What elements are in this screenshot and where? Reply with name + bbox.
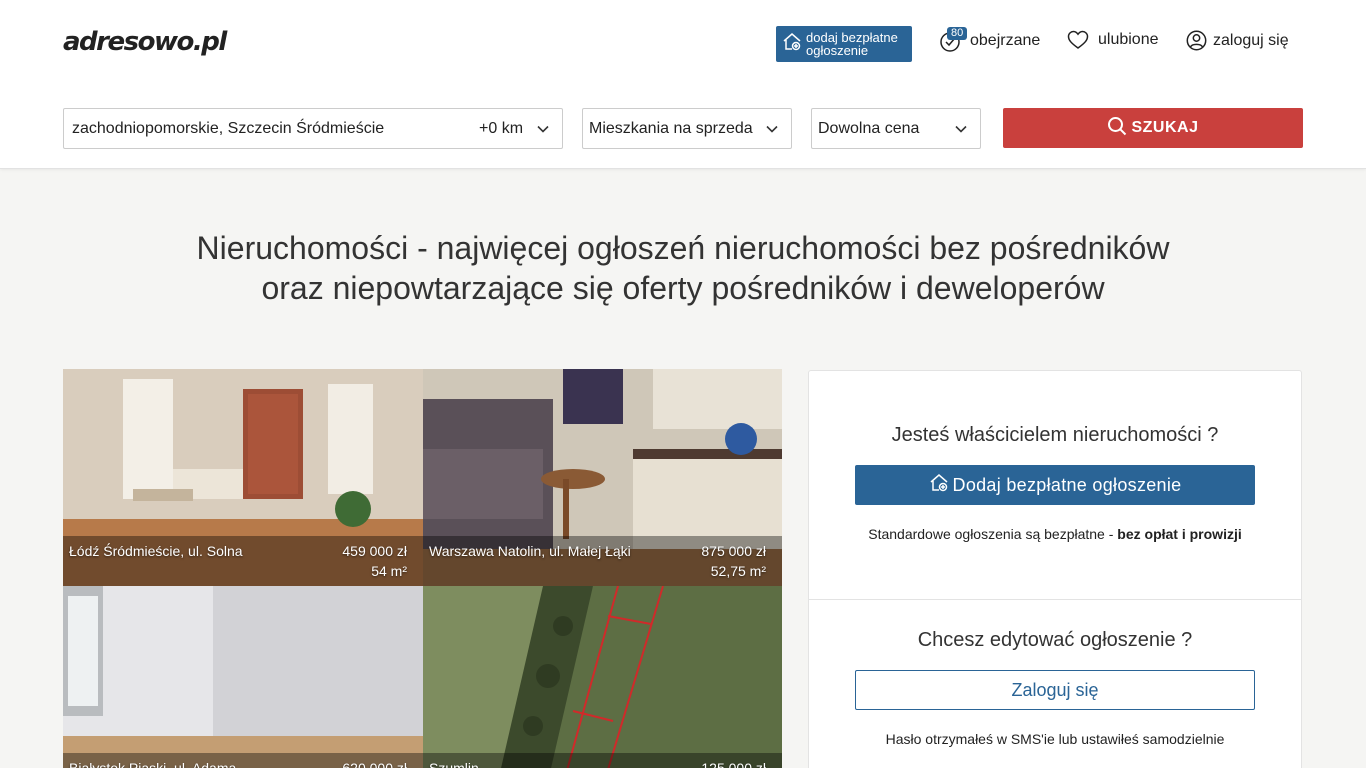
hero-line-2: oraz niepowtarzające się oferty pośredni… <box>261 270 1105 306</box>
listing-caption: Szumlin 125 000 zł <box>423 753 782 768</box>
hero-heading: Nieruchomości - najwięcej ogłoszeń nieru… <box>0 228 1366 308</box>
search-icon <box>1107 116 1127 141</box>
chevron-down-icon <box>954 122 968 141</box>
listing-tile[interactable]: Warszawa Natolin, ul. Małej Łąki 875 000… <box>423 369 782 586</box>
house-plus-icon <box>929 473 949 498</box>
owner-question: Jesteś właścicielem nieruchomości ? <box>891 424 1219 446</box>
add-listing-label: dodaj bezpłatne ogłoszenie <box>806 30 898 58</box>
listing-price-area: 875 000 zł 52,75 m² <box>701 543 766 579</box>
listing-caption: Warszawa Natolin, ul. Małej Łąki 875 000… <box>423 536 782 586</box>
login-button[interactable]: Zaloguj się <box>855 670 1255 710</box>
nav-favorites[interactable]: ulubione <box>1067 30 1159 50</box>
add-free-listing-button[interactable]: Dodaj bezpłatne ogłoszenie <box>855 465 1255 505</box>
chevron-down-icon[interactable] <box>536 122 550 141</box>
listing-photo <box>423 586 782 768</box>
house-plus-icon <box>782 32 802 57</box>
listing-photo <box>63 586 423 768</box>
radius-value[interactable]: +0 km <box>479 120 523 138</box>
check-circle-icon: 80 <box>939 27 968 52</box>
listing-location: Warszawa Natolin, ul. Małej Łąki <box>429 543 631 559</box>
listing-tile[interactable]: Łódź Śródmieście, ul. Solna 459 000 zł 5… <box>63 369 423 586</box>
listing-caption: Łódź Śródmieście, ul. Solna 459 000 zł 5… <box>63 536 423 586</box>
viewed-count-badge: 80 <box>947 27 968 40</box>
login-note: Hasło otrzymałeś w SMS'ie lub ustawiłeś … <box>885 731 1225 747</box>
site-header: adresowo.pl dodaj bezpłatne ogłoszenie 8… <box>0 0 1366 169</box>
price-value: Dowolna cena <box>818 119 920 137</box>
owner-panel: Jesteś właścicielem nieruchomości ? Doda… <box>808 370 1302 768</box>
listing-tile[interactable]: Szumlin 125 000 zł <box>423 586 782 768</box>
nav-login-label: zaloguj się <box>1213 31 1289 49</box>
nav-viewed-label: obejrzane <box>970 32 1041 49</box>
location-value: zachodniopomorskie, Szczecin Śródmieście <box>72 119 385 137</box>
listing-price-area: 459 000 zł 54 m² <box>342 543 407 579</box>
listing-caption: Białystok Piaski, ul. Adama 620 000 zł <box>63 753 423 768</box>
nav-login[interactable]: zaloguj się <box>1186 30 1289 51</box>
listing-location: Łódź Śródmieście, ul. Solna <box>69 543 243 559</box>
category-select[interactable]: Mieszkania na sprzeda <box>582 108 792 149</box>
nav-viewed[interactable]: 80 obejrzane <box>939 27 1041 52</box>
login-button-label: Zaloguj się <box>1011 679 1099 700</box>
add-listing-button[interactable]: dodaj bezpłatne ogłoszenie <box>776 26 912 62</box>
nav-favorites-label: ulubione <box>1098 31 1159 48</box>
chevron-down-icon <box>765 122 779 141</box>
panel-divider <box>809 599 1301 600</box>
search-button[interactable]: SZUKAJ <box>1003 108 1303 148</box>
listing-location: Szumlin <box>429 760 479 768</box>
edit-question: Chcesz edytować ogłoszenie ? <box>917 629 1193 651</box>
add-free-listing-label: Dodaj bezpłatne ogłoszenie <box>952 474 1182 495</box>
listing-price-area: 620 000 zł <box>342 760 407 768</box>
listing-tile[interactable]: Białystok Piaski, ul. Adama 620 000 zł <box>63 586 423 768</box>
free-listing-note: Standardowe ogłoszenia są bezpłatne - be… <box>868 526 1242 542</box>
category-value: Mieszkania na sprzeda <box>589 119 753 137</box>
site-logo[interactable]: adresowo.pl <box>63 27 227 57</box>
user-circle-icon <box>1186 30 1207 51</box>
listing-price-area: 125 000 zł <box>701 760 766 768</box>
listing-location: Białystok Piaski, ul. Adama <box>69 760 237 768</box>
search-button-label: SZUKAJ <box>1131 119 1199 136</box>
hero-line-1: Nieruchomości - najwięcej ogłoszeń nieru… <box>196 230 1170 266</box>
price-select[interactable]: Dowolna cena <box>811 108 981 149</box>
heart-icon <box>1067 30 1089 50</box>
location-field[interactable]: zachodniopomorskie, Szczecin Śródmieście… <box>63 108 563 149</box>
